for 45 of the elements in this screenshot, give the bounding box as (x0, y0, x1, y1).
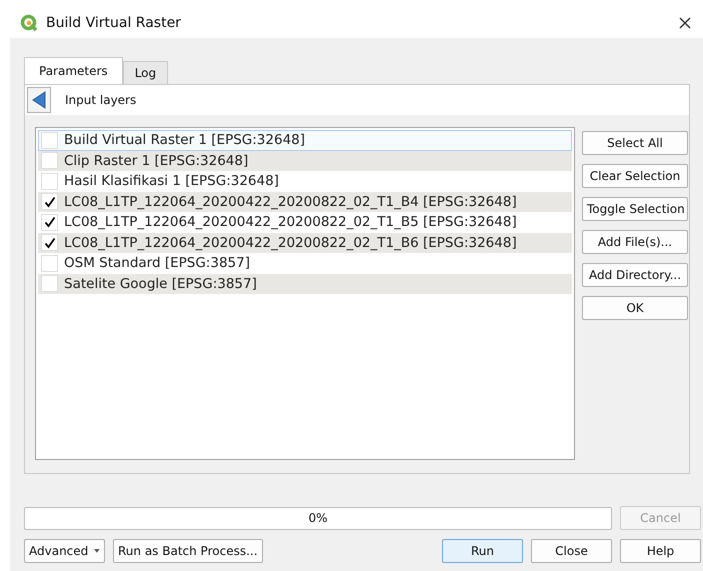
side-button[interactable]: OK (582, 296, 688, 320)
layer-label: LC08_L1TP_122064_20200422_20200822_02_T1_B5 [EPSG:32648] (64, 214, 517, 230)
tab[interactable]: Log (122, 61, 168, 84)
footer-button[interactable]: Close (531, 539, 612, 563)
side-button[interactable]: Toggle Selection (582, 197, 688, 221)
layer-label: LC08_L1TP_122064_20200422_20200822_02_T1_B4 [EPSG:32648] (64, 194, 517, 210)
side-button[interactable]: Add File(s)... (582, 230, 688, 254)
footer-button[interactable]: Help (620, 539, 701, 563)
tab[interactable]: Parameters (24, 57, 123, 84)
caret-icon (94, 548, 100, 554)
advanced-button[interactable]: Advanced (24, 539, 105, 563)
back-arrow-icon (32, 91, 46, 109)
checkbox[interactable] (41, 214, 58, 231)
checkbox[interactable] (41, 132, 58, 149)
checkbox[interactable] (41, 152, 58, 170)
checkbox[interactable] (41, 172, 58, 190)
window-title: Build Virtual Raster (46, 15, 182, 31)
layer-row[interactable]: Clip Raster 1 [EPSG:32648] (38, 150, 572, 171)
layer-label: Clip Raster 1 [EPSG:32648] (64, 152, 248, 169)
layer-row[interactable]: LC08_L1TP_122064_20200422_20200822_02_T1_B6 [EPSG:32648] (38, 232, 572, 253)
layer-label: Satelite Google [EPSG:3857] (64, 276, 257, 292)
side-button[interactable]: Clear Selection (582, 164, 688, 188)
side-button[interactable]: Add Directory... (582, 263, 688, 287)
panel-title: Input layers (65, 93, 136, 107)
batch-button[interactable]: Run as Batch Process... (113, 539, 263, 563)
layer-row[interactable]: Satelite Google [EPSG:3857] (38, 274, 572, 294)
layer-row[interactable]: LC08_L1TP_122064_20200422_20200822_02_T1_B5 [EPSG:32648] (38, 212, 572, 232)
layer-label: LC08_L1TP_122064_20200422_20200822_02_T1_B6 [EPSG:32648] (64, 234, 517, 251)
close-icon (679, 16, 691, 28)
footer-button[interactable]: Run (442, 539, 523, 563)
side-button[interactable]: Select All (582, 131, 688, 155)
checkbox[interactable] (41, 234, 58, 252)
layer-label: OSM Standard [EPSG:3857] (64, 255, 250, 272)
checkbox[interactable] (41, 193, 58, 210)
progress-reading: 0% (308, 511, 328, 525)
layer-row[interactable]: OSM Standard [EPSG:3857] (38, 253, 572, 274)
checkbox[interactable] (41, 275, 58, 292)
back-button[interactable] (27, 87, 51, 113)
layer-row[interactable]: Hasil Klasifikasi 1 [EPSG:32648] (38, 171, 572, 192)
app-logo-icon (20, 14, 38, 32)
layer-row[interactable]: Build Virtual Raster 1 [EPSG:32648] (38, 130, 572, 150)
checkbox[interactable] (41, 254, 58, 272)
layer-row[interactable]: LC08_L1TP_122064_20200422_20200822_02_T1_B4 [EPSG:32648] (38, 192, 572, 212)
layer-label: Hasil Klasifikasi 1 [EPSG:32648] (64, 173, 279, 190)
layer-label: Build Virtual Raster 1 [EPSG:32648] (64, 132, 306, 148)
